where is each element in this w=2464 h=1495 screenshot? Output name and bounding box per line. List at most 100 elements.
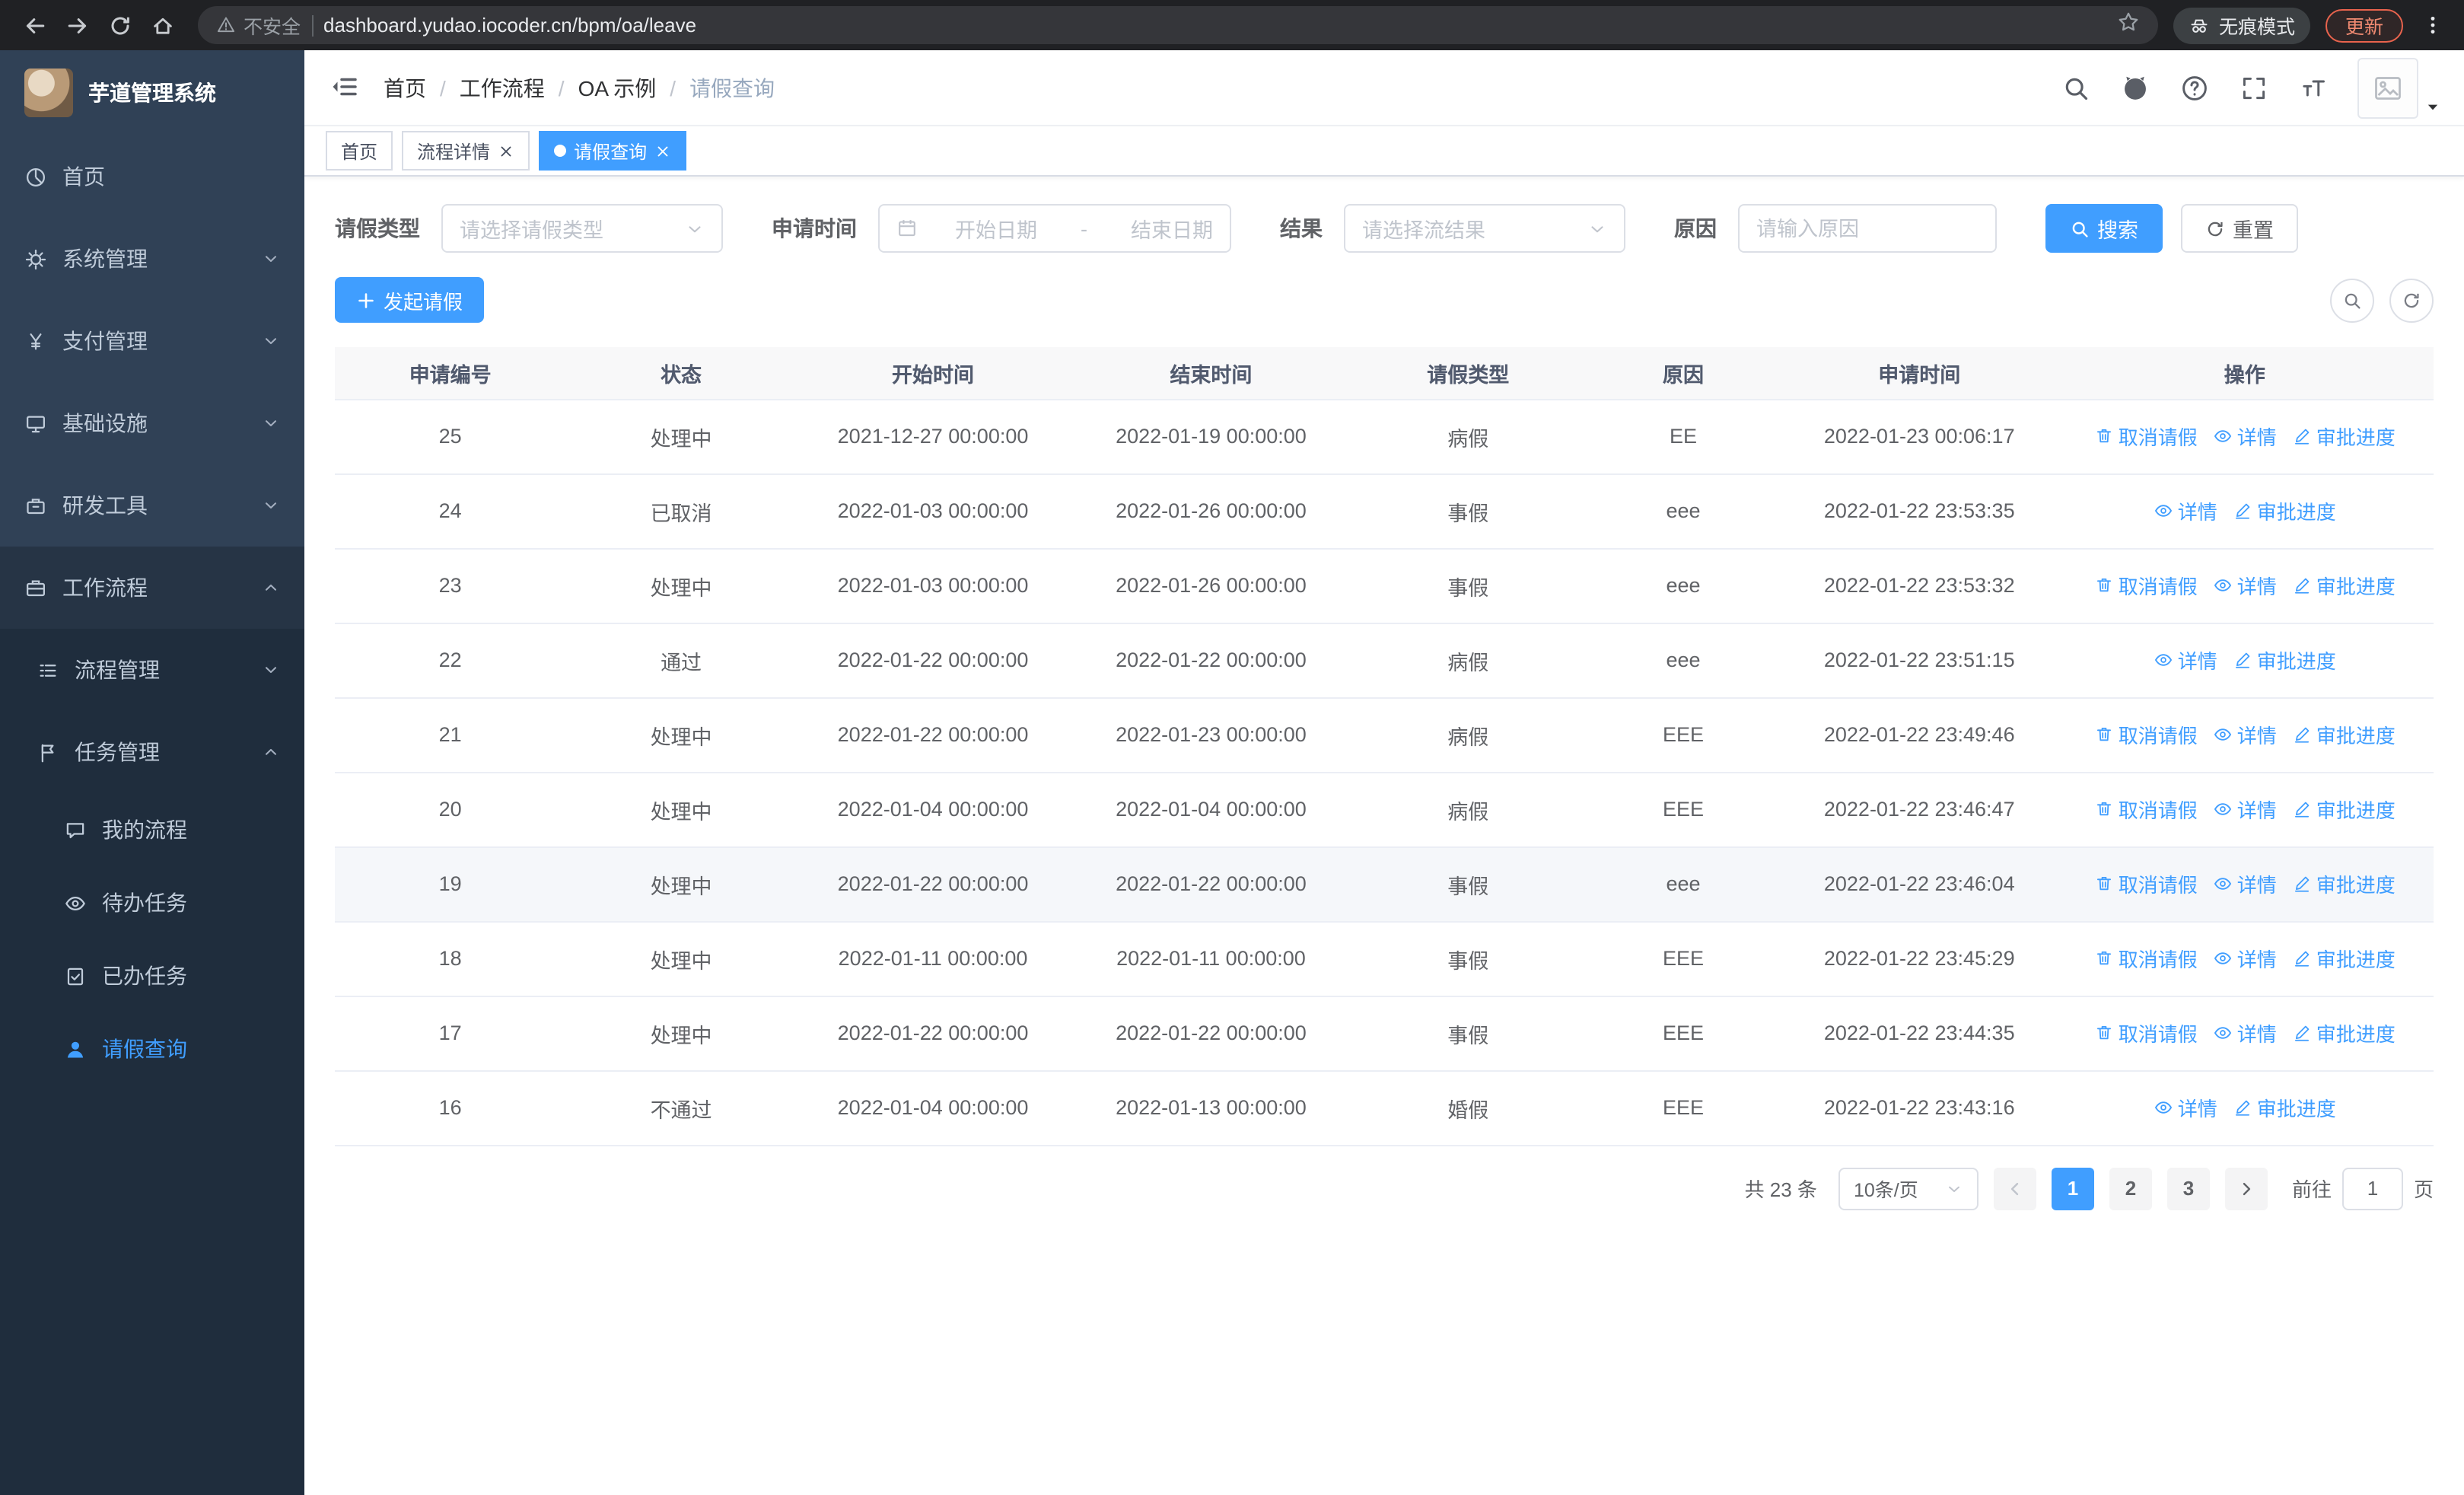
fullscreen-icon[interactable] xyxy=(2239,72,2269,103)
sidebar-item-task-mgmt[interactable]: 任务管理 xyxy=(0,711,304,793)
page-3-button[interactable]: 3 xyxy=(2166,1167,2210,1210)
sidebar-item-dev-tools[interactable]: 研发工具 xyxy=(0,464,304,547)
refresh-icon xyxy=(2208,221,2223,236)
cell-status: 处理中 xyxy=(565,846,797,922)
approval-progress-link[interactable]: 审批进度 xyxy=(2292,720,2396,749)
detail-link[interactable]: 详情 xyxy=(2213,944,2277,973)
sidebar-item-done-tasks[interactable]: 已办任务 xyxy=(0,939,304,1012)
detail-link[interactable]: 详情 xyxy=(2154,645,2217,674)
reason-label: 原因 xyxy=(1674,216,1717,241)
detail-link[interactable]: 详情 xyxy=(2213,422,2277,451)
result-select[interactable]: 请选择流结果 xyxy=(1344,204,1625,253)
create-leave-button[interactable]: 发起请假 xyxy=(335,277,485,323)
table-row: 24 已取消 2022-01-03 00:00:00 2022-01-26 00:00… xyxy=(335,473,2434,549)
breadcrumb-oa-example[interactable]: OA 示例 xyxy=(578,72,657,103)
col-end-time: 结束时间 xyxy=(1069,347,1353,400)
sidebar-item-label: 基础设施 xyxy=(62,411,148,435)
detail-link[interactable]: 详情 xyxy=(2154,496,2217,525)
forward-button[interactable] xyxy=(58,5,97,45)
breadcrumb-home[interactable]: 首页 xyxy=(384,72,426,103)
user-avatar[interactable] xyxy=(2357,57,2440,118)
reason-input[interactable] xyxy=(1738,204,1997,253)
apply-time-range-picker[interactable]: 开始日期 - 结束日期 xyxy=(878,204,1231,253)
leave-type-select[interactable]: 请选择请假类型 xyxy=(441,204,723,253)
cell-actions: 取消请假 详情 审批进度 xyxy=(2055,996,2434,1071)
cell-apply-no: 21 xyxy=(335,697,566,773)
detail-link[interactable]: 详情 xyxy=(2213,571,2277,600)
detail-link[interactable]: 详情 xyxy=(2213,720,2277,749)
back-button[interactable] xyxy=(15,5,55,45)
cell-status: 处理中 xyxy=(565,697,797,773)
prev-page-button[interactable] xyxy=(1993,1167,2036,1210)
cancel-leave-link[interactable]: 取消请假 xyxy=(2094,720,2198,749)
sidebar-item-payment-mgmt[interactable]: 支付管理 xyxy=(0,300,304,382)
help-icon[interactable] xyxy=(2179,72,2210,103)
search-toggle-button[interactable] xyxy=(2330,278,2374,322)
col-start-time: 开始时间 xyxy=(796,347,1070,400)
approval-progress-link[interactable]: 审批进度 xyxy=(2292,422,2396,451)
reload-button[interactable] xyxy=(100,5,140,45)
github-icon[interactable] xyxy=(2120,72,2150,103)
collapse-sidebar-button[interactable] xyxy=(329,71,362,104)
sidebar-item-workflow[interactable]: 工作流程 xyxy=(0,547,304,629)
bookmark-star-icon[interactable] xyxy=(2117,10,2140,40)
header-search-icon[interactable] xyxy=(2061,72,2091,103)
font-size-icon[interactable] xyxy=(2298,72,2329,103)
detail-link[interactable]: 详情 xyxy=(2213,795,2277,824)
cancel-leave-link[interactable]: 取消请假 xyxy=(2094,795,2198,824)
page-size-select[interactable]: 10条/页 xyxy=(1838,1167,1979,1210)
cancel-leave-link[interactable]: 取消请假 xyxy=(2094,869,2198,898)
col-leave-type: 请假类型 xyxy=(1352,347,1584,400)
close-icon[interactable] xyxy=(498,142,514,159)
tab-home[interactable]: 首页 xyxy=(326,131,393,171)
tab-leave-query[interactable]: 请假查询 xyxy=(539,131,687,171)
close-icon[interactable] xyxy=(654,142,671,159)
detail-link[interactable]: 详情 xyxy=(2213,1018,2277,1047)
sidebar-item-label: 首页 xyxy=(62,164,105,189)
app-logo[interactable]: 芋道管理系统 xyxy=(0,50,304,135)
approval-progress-link[interactable]: 审批进度 xyxy=(2292,571,2396,600)
approval-progress-link[interactable]: 审批进度 xyxy=(2233,1093,2336,1122)
cell-start-time: 2022-01-22 00:00:00 xyxy=(796,996,1070,1071)
cell-reason: EEE xyxy=(1583,697,1783,773)
approval-progress-link[interactable]: 审批进度 xyxy=(2233,645,2336,674)
url-divider xyxy=(311,14,314,36)
approval-progress-link[interactable]: 审批进度 xyxy=(2233,496,2336,525)
sidebar-item-todo-tasks[interactable]: 待办任务 xyxy=(0,866,304,939)
cancel-leave-link[interactable]: 取消请假 xyxy=(2094,571,2198,600)
browser-menu-button[interactable] xyxy=(2415,5,2449,45)
cancel-leave-link[interactable]: 取消请假 xyxy=(2094,1018,2198,1047)
sidebar-item-leave-query[interactable]: 请假查询 xyxy=(0,1012,304,1085)
monitor-icon xyxy=(27,415,46,432)
sidebar-item-infrastructure[interactable]: 基础设施 xyxy=(0,382,304,464)
cancel-leave-link[interactable]: 取消请假 xyxy=(2094,944,2198,973)
goto-page-input[interactable] xyxy=(2341,1167,2403,1210)
cell-status: 处理中 xyxy=(565,399,797,474)
tab-process-detail[interactable]: 流程详情 xyxy=(402,131,530,171)
page-1-button[interactable]: 1 xyxy=(2051,1167,2094,1210)
back-arrow-icon xyxy=(26,18,45,33)
approval-progress-link[interactable]: 审批进度 xyxy=(2292,795,2396,824)
page-2-button[interactable]: 2 xyxy=(2109,1167,2152,1210)
security-chip[interactable]: 不安全 xyxy=(216,11,301,40)
sidebar-item-process-mgmt[interactable]: 流程管理 xyxy=(0,629,304,711)
approval-progress-link[interactable]: 审批进度 xyxy=(2292,944,2396,973)
sidebar-item-system-mgmt[interactable]: 系统管理 xyxy=(0,218,304,300)
breadcrumb-workflow[interactable]: 工作流程 xyxy=(460,72,545,103)
reset-button[interactable]: 重置 xyxy=(2181,204,2298,253)
approval-progress-link[interactable]: 审批进度 xyxy=(2292,1018,2396,1047)
search-button[interactable]: 搜索 xyxy=(2045,204,2163,253)
home-button[interactable] xyxy=(143,5,183,45)
cancel-leave-link[interactable]: 取消请假 xyxy=(2094,422,2198,451)
cell-status: 处理中 xyxy=(565,921,797,996)
browser-update-button[interactable]: 更新 xyxy=(2325,8,2403,42)
detail-link[interactable]: 详情 xyxy=(2213,869,2277,898)
sidebar-item-my-processes[interactable]: 我的流程 xyxy=(0,793,304,866)
refresh-table-button[interactable] xyxy=(2389,278,2434,322)
approval-progress-link[interactable]: 审批进度 xyxy=(2292,869,2396,898)
detail-link[interactable]: 详情 xyxy=(2154,1093,2217,1122)
next-page-button[interactable] xyxy=(2224,1167,2268,1210)
sidebar-item-home[interactable]: 首页 xyxy=(0,135,304,218)
start-date-placeholder: 开始日期 xyxy=(955,219,1037,242)
address-bar[interactable]: 不安全 dashboard.yudao.iocoder.cn/bpm/oa/le… xyxy=(198,6,2158,44)
